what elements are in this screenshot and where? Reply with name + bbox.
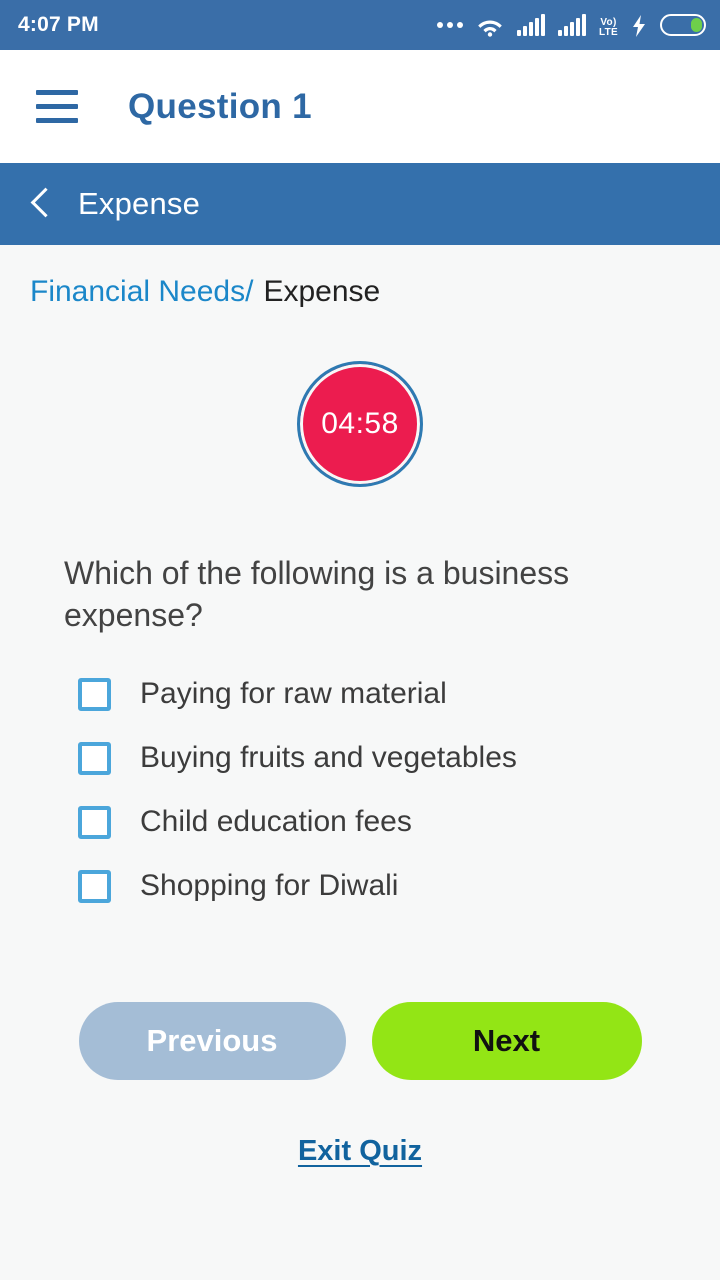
exit-quiz-link[interactable]: Exit Quiz xyxy=(298,1135,422,1168)
breadcrumb-current: Expense xyxy=(263,275,381,308)
signal-icon-2 xyxy=(557,14,586,36)
volte-icon: Vo) LTE xyxy=(599,12,618,38)
breadcrumb: Financial Needs / Expense xyxy=(0,245,720,309)
quiz-timer: 04:58 xyxy=(0,361,720,487)
breadcrumb-parent-link[interactable]: Financial Needs xyxy=(30,275,245,309)
hamburger-bar xyxy=(36,104,78,109)
hamburger-bar xyxy=(36,118,78,123)
checkbox-icon[interactable] xyxy=(78,741,111,775)
wifi-icon xyxy=(476,12,504,38)
more-dots-icon xyxy=(436,12,463,38)
answer-option-1[interactable]: Paying for raw material xyxy=(78,662,720,726)
answer-option-label: Buying fruits and vegetables xyxy=(140,741,517,775)
timer-circle: 04:58 xyxy=(297,361,423,487)
hamburger-bar xyxy=(36,90,78,95)
battery-level-fill xyxy=(691,18,702,32)
answer-options-list: Paying for raw material Buying fruits an… xyxy=(78,662,720,918)
section-bar: Expense xyxy=(0,163,720,245)
previous-button[interactable]: Previous xyxy=(78,1002,346,1081)
status-bar-clock: 4:07 PM xyxy=(18,13,99,36)
charging-bolt-icon xyxy=(631,12,647,38)
next-button[interactable]: Next xyxy=(371,1002,642,1081)
back-chevron-icon[interactable] xyxy=(28,186,54,222)
answer-option-2[interactable]: Buying fruits and vegetables xyxy=(78,726,720,790)
exit-quiz-container: Exit Quiz xyxy=(0,1135,720,1168)
checkbox-icon[interactable] xyxy=(78,805,111,839)
question-text: Which of the following is a business exp… xyxy=(64,555,570,633)
section-title: Expense xyxy=(78,186,201,221)
page-title: Question 1 xyxy=(128,86,312,126)
answer-option-3[interactable]: Child education fees xyxy=(78,790,720,854)
hamburger-menu-icon[interactable] xyxy=(36,90,78,123)
volte-bottom-label: LTE xyxy=(598,27,618,38)
quiz-navigation: Previous Next xyxy=(0,1002,720,1081)
answer-option-label: Paying for raw material xyxy=(140,677,447,711)
checkbox-icon[interactable] xyxy=(78,869,111,903)
breadcrumb-separator: / xyxy=(245,275,254,308)
status-bar-icons: Vo) LTE xyxy=(436,12,706,38)
answer-option-label: Shopping for Diwali xyxy=(140,869,399,903)
signal-icon-1 xyxy=(516,14,545,36)
app-bar: Question 1 xyxy=(0,50,720,163)
status-bar: 4:07 PM Vo) LTE xyxy=(0,0,720,50)
checkbox-icon[interactable] xyxy=(78,677,111,711)
answer-option-label: Child education fees xyxy=(140,805,412,839)
answer-option-4[interactable]: Shopping for Diwali xyxy=(78,854,720,918)
timer-value: 04:58 xyxy=(321,407,399,440)
battery-icon xyxy=(660,14,706,36)
